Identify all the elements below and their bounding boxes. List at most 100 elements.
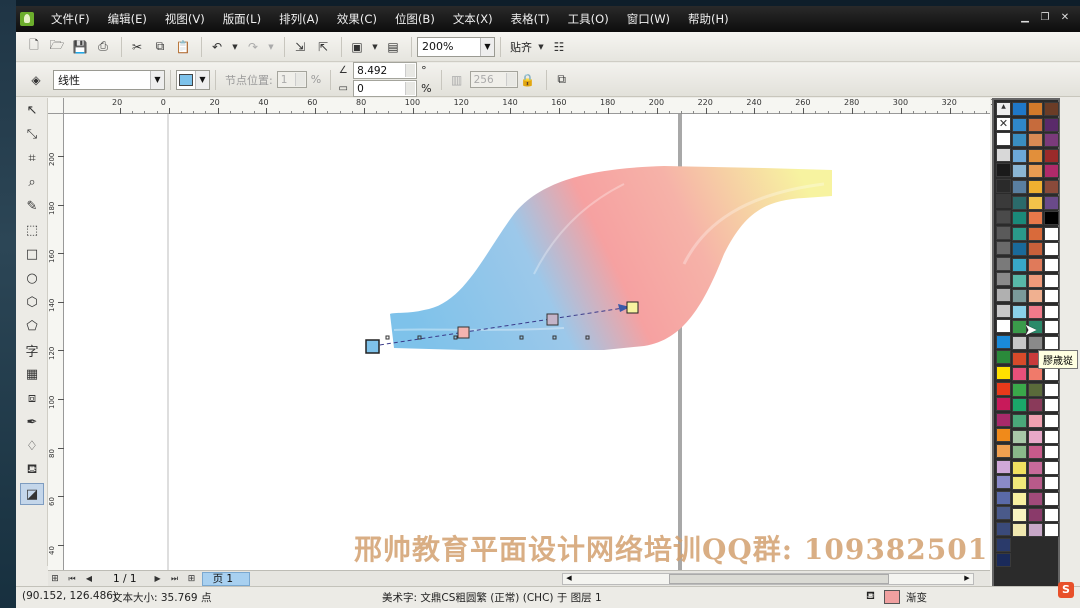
drawing-canvas[interactable] — [64, 114, 990, 570]
color-swatch[interactable] — [1044, 304, 1059, 319]
color-swatch[interactable] — [1028, 460, 1043, 475]
menu-item[interactable]: 位图(B) — [386, 6, 444, 32]
color-swatch[interactable] — [1044, 429, 1059, 444]
color-swatch[interactable] — [1044, 492, 1059, 506]
steps-input[interactable]: 256 — [469, 71, 518, 88]
color-swatch[interactable] — [996, 444, 1011, 458]
color-swatch[interactable] — [1044, 523, 1059, 538]
color-swatch[interactable] — [996, 241, 1011, 256]
redo-icon[interactable]: ↷ — [243, 37, 263, 57]
color-swatch[interactable] — [996, 194, 1011, 209]
menu-item[interactable]: 编辑(E) — [99, 6, 156, 32]
chevron-down-icon[interactable]: ▼ — [150, 70, 164, 89]
color-swatch[interactable] — [996, 537, 1011, 552]
table-tool-icon[interactable]: ▦ — [20, 363, 44, 385]
color-swatch[interactable] — [996, 397, 1011, 412]
menu-item[interactable]: 帮助(H) — [679, 6, 738, 32]
scroll-right-icon[interactable]: ▶ — [961, 574, 973, 584]
pick-tool-icon[interactable]: ↖ — [20, 99, 44, 121]
color-swatch[interactable] — [1012, 289, 1027, 304]
color-swatch[interactable] — [1028, 523, 1043, 538]
color-swatch[interactable] — [1012, 180, 1027, 194]
menu-item[interactable]: 效果(C) — [328, 6, 386, 32]
outline-tool-icon[interactable]: ♢ — [20, 435, 44, 457]
angle-input[interactable]: 8.492 — [353, 62, 418, 79]
color-swatch[interactable] — [996, 428, 1011, 443]
color-swatch[interactable] — [996, 303, 1011, 318]
color-swatch[interactable] — [1028, 117, 1043, 132]
freehand-tool-icon[interactable]: ✎ — [20, 195, 44, 217]
color-swatch[interactable] — [1012, 492, 1027, 506]
color-swatch[interactable] — [1044, 398, 1059, 413]
blend-type-select[interactable]: 线性 ▼ — [53, 69, 165, 90]
first-page-icon[interactable]: ⏮ — [65, 572, 79, 586]
menu-item[interactable]: 表格(T) — [502, 6, 559, 32]
chevron-down-icon[interactable]: ▼ — [195, 70, 209, 89]
shape-tool-icon[interactable]: ⤡ — [20, 123, 44, 145]
color-swatch[interactable] — [1012, 304, 1027, 319]
zoom-level-select[interactable]: 200% ▼ — [417, 36, 495, 57]
color-swatch[interactable] — [1028, 445, 1043, 460]
color-swatch[interactable] — [1028, 133, 1043, 148]
color-swatch[interactable] — [1028, 148, 1043, 163]
color-swatch[interactable] — [996, 522, 1011, 536]
copy-fill-properties-icon[interactable]: ⧉ — [552, 70, 572, 90]
blend-tool-icon[interactable]: ⧈ — [20, 387, 44, 409]
color-swatch[interactable] — [1028, 258, 1043, 272]
color-swatch[interactable] — [996, 553, 1011, 568]
color-swatch[interactable] — [996, 490, 1011, 505]
color-swatch[interactable] — [996, 366, 1011, 380]
no-fill-swatch[interactable]: ✕ — [996, 117, 1011, 131]
color-swatch[interactable] — [1012, 382, 1027, 397]
color-swatch[interactable] — [996, 319, 1011, 334]
chevron-down-icon[interactable]: ▼ — [480, 37, 494, 56]
color-swatch[interactable] — [1044, 460, 1059, 475]
paste-icon[interactable]: 📋 — [173, 37, 193, 57]
node-color-picker[interactable]: ▼ — [176, 69, 210, 90]
node-position-input[interactable]: 1 — [276, 71, 307, 88]
color-swatch[interactable] — [996, 147, 1011, 162]
color-swatch[interactable] — [1044, 382, 1059, 397]
color-swatch[interactable] — [1012, 133, 1027, 148]
gradient-brush-stroke[interactable] — [390, 166, 832, 350]
color-swatch[interactable] — [1044, 445, 1059, 460]
scroll-left-icon[interactable]: ◀ — [563, 574, 575, 584]
color-swatch[interactable] — [1012, 414, 1027, 428]
color-swatch[interactable] — [996, 475, 1011, 490]
color-swatch[interactable] — [1012, 226, 1027, 241]
color-swatch[interactable] — [1028, 180, 1043, 194]
menu-item[interactable]: 文本(X) — [444, 6, 502, 32]
color-swatch[interactable] — [1012, 211, 1027, 226]
cut-icon[interactable]: ✂ — [127, 37, 147, 57]
color-swatch[interactable] — [996, 459, 1011, 474]
fill-presets-icon[interactable]: ◈ — [26, 70, 46, 90]
options-icon[interactable]: ☷ — [549, 37, 569, 57]
open-folder-icon[interactable]: 🗁 — [47, 37, 67, 57]
import-icon[interactable]: ⇲ — [290, 37, 310, 57]
color-swatch[interactable] — [1044, 102, 1059, 116]
rectangle-tool-icon[interactable]: □ — [20, 243, 44, 265]
color-swatch[interactable] — [1028, 476, 1043, 491]
color-swatch[interactable] — [1012, 460, 1027, 475]
undo-dropdown-icon[interactable]: ▼ — [230, 37, 240, 57]
gradient-start-handle[interactable] — [365, 339, 380, 354]
color-swatch[interactable] — [1028, 226, 1043, 241]
color-swatch[interactable] — [996, 210, 1011, 224]
color-swatch[interactable] — [1028, 367, 1043, 382]
menu-item[interactable]: 工具(O) — [559, 6, 618, 32]
smart-fill-tool-icon[interactable]: ⬚ — [20, 219, 44, 241]
color-swatch[interactable] — [1044, 164, 1059, 179]
welcome-screen-icon[interactable]: ▤ — [383, 37, 403, 57]
color-swatch[interactable] — [1028, 102, 1043, 116]
color-swatch[interactable] — [1012, 117, 1027, 132]
color-swatch[interactable] — [996, 256, 1011, 271]
menu-item[interactable]: 视图(V) — [156, 6, 214, 32]
color-swatch[interactable] — [1028, 304, 1043, 319]
color-swatch[interactable] — [996, 163, 1011, 178]
color-swatch[interactable] — [996, 350, 1011, 365]
restore-icon[interactable]: ❐ — [1038, 11, 1052, 24]
basic-shapes-tool-icon[interactable]: ⬠ — [20, 315, 44, 337]
color-swatch[interactable] — [1012, 351, 1027, 366]
edge-pad-input[interactable]: 0 — [353, 80, 418, 97]
color-swatch[interactable] — [1028, 414, 1043, 428]
